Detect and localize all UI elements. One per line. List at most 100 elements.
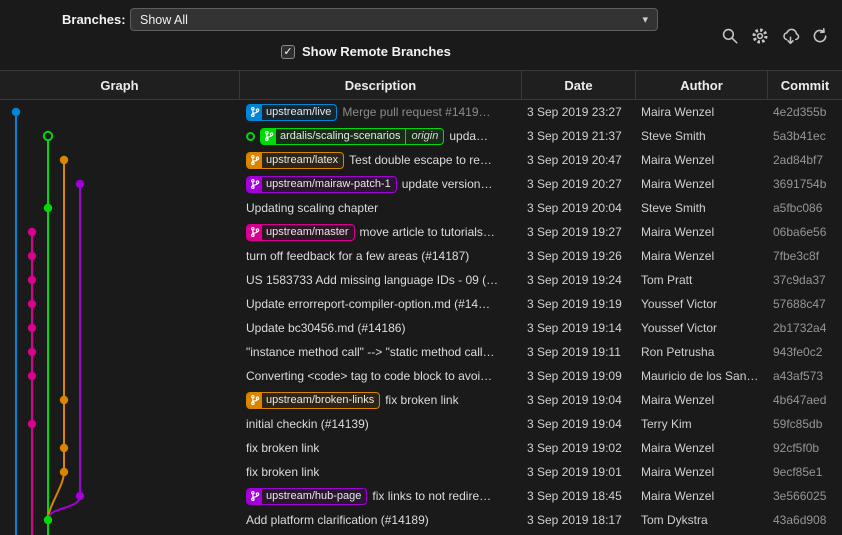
branches-label: Branches: — [62, 12, 126, 27]
description-cell: Add platform clarification (#14189) — [240, 513, 522, 527]
description-cell: upstream/live Merge pull request #1419… — [240, 104, 522, 121]
commit-hash: 2ad84bf7 — [768, 153, 842, 167]
branch-badge[interactable]: upstream/latex — [246, 152, 344, 169]
commit-message: Test double escape to re… — [349, 153, 492, 167]
branch-name: upstream/live — [262, 106, 336, 118]
commit-row[interactable]: upstream/live Merge pull request #1419… 3 … — [0, 100, 842, 124]
fetch-cloud-download-icon[interactable] — [780, 26, 800, 46]
commit-row[interactable]: Converting <code> tag to code block to a… — [0, 364, 842, 388]
commit-author: Maira Wenzel — [636, 177, 768, 191]
settings-gear-icon[interactable] — [750, 26, 770, 46]
commit-author: Maira Wenzel — [636, 249, 768, 263]
commit-hash: 943fe0c2 — [768, 345, 842, 359]
commit-row[interactable]: fix broken link3 Sep 2019 19:01Maira Wen… — [0, 460, 842, 484]
commit-hash: 3e566025 — [768, 489, 842, 503]
commit-row[interactable]: Update bc30456.md (#14186)3 Sep 2019 19:… — [0, 316, 842, 340]
column-header-commit[interactable]: Commit — [768, 71, 842, 99]
refresh-icon[interactable] — [810, 26, 830, 46]
description-cell: ardalis/scaling-scenariosoriginupda… — [240, 128, 522, 145]
description-cell: fix broken link — [240, 441, 522, 455]
column-header-description[interactable]: Description — [240, 71, 522, 99]
description-cell: upstream/broken-linksfix broken link — [240, 392, 522, 409]
show-remote-checkbox[interactable]: ✓ — [281, 45, 295, 59]
commit-date: 3 Sep 2019 19:09 — [522, 369, 636, 383]
commit-message: initial checkin (#14139) — [246, 417, 369, 431]
branch-badge[interactable]: upstream/mairaw-patch-1 — [246, 176, 397, 193]
commit-date: 3 Sep 2019 23:27 — [522, 105, 636, 119]
commit-author: Youssef Victor — [636, 297, 768, 311]
search-icon[interactable] — [720, 26, 740, 46]
commit-author: Ron Petrusha — [636, 345, 768, 359]
commit-hash: 4e2d355b — [768, 105, 842, 119]
description-cell: "instance method call" --> "static metho… — [240, 345, 522, 359]
column-header-graph[interactable]: Graph — [0, 71, 240, 99]
branches-dropdown[interactable]: Show All ▾ — [130, 8, 658, 31]
description-cell: initial checkin (#14139) — [240, 417, 522, 431]
description-cell: US 1583733 Add missing language IDs - 09… — [240, 273, 522, 287]
commit-date: 3 Sep 2019 19:24 — [522, 273, 636, 287]
commit-message: Updating scaling chapter — [246, 201, 378, 215]
show-remote-row: ✓ Show Remote Branches — [281, 44, 451, 59]
git-branch-icon — [247, 176, 262, 193]
commit-author: Maira Wenzel — [636, 153, 768, 167]
commit-author: Steve Smith — [636, 129, 768, 143]
description-cell: Update bc30456.md (#14186) — [240, 321, 522, 335]
commit-row[interactable]: Add platform clarification (#14189)3 Sep… — [0, 508, 842, 532]
commit-message: Merge pull request #1419… — [342, 105, 490, 119]
commit-row[interactable]: Update errorreport-compiler-option.md (#… — [0, 292, 842, 316]
branch-name: upstream/hub-page — [262, 490, 366, 502]
commit-date: 3 Sep 2019 18:17 — [522, 513, 636, 527]
commit-hash: 2b1732a4 — [768, 321, 842, 335]
description-cell: Converting <code> tag to code block to a… — [240, 369, 522, 383]
commit-date: 3 Sep 2019 21:37 — [522, 129, 636, 143]
branch-badge[interactable]: upstream/broken-links — [246, 392, 380, 409]
commit-date: 3 Sep 2019 19:11 — [522, 345, 636, 359]
commit-author: Mauricio de los San… — [636, 369, 768, 383]
description-cell: turn off feedback for a few areas (#1418… — [240, 249, 522, 263]
branch-badge[interactable]: upstream/hub-page — [246, 488, 367, 505]
toolbar-icons — [720, 26, 830, 46]
commit-hash: 5a3b41ec — [768, 129, 842, 143]
branch-badge[interactable]: upstream/live — [246, 104, 337, 121]
branch-badge[interactable]: ardalis/scaling-scenariosorigin — [260, 128, 444, 145]
commit-row[interactable]: "instance method call" --> "static metho… — [0, 340, 842, 364]
commit-table-body: upstream/live Merge pull request #1419… 3 … — [0, 100, 842, 535]
commit-row[interactable]: upstream/broken-linksfix broken link3 Se… — [0, 388, 842, 412]
commit-author: Maira Wenzel — [636, 393, 768, 407]
branch-name: upstream/broken-links — [262, 394, 379, 406]
commit-author: Maira Wenzel — [636, 105, 768, 119]
branch-name: ardalis/scaling-scenarios — [276, 130, 405, 142]
commit-row[interactable]: Updating scaling chapter 3 Sep 2019 20:04… — [0, 196, 842, 220]
commit-hash: 4b647aed — [768, 393, 842, 407]
chevron-down-icon: ▾ — [642, 13, 648, 26]
description-cell: upstream/mairaw-patch-1 update version… — [240, 176, 522, 193]
commit-row[interactable]: upstream/hub-pagefix links to not redire… — [0, 484, 842, 508]
commit-row[interactable]: turn off feedback for a few areas (#1418… — [0, 244, 842, 268]
commit-date: 3 Sep 2019 19:27 — [522, 225, 636, 239]
commit-date: 3 Sep 2019 20:04 — [522, 201, 636, 215]
column-header-author[interactable]: Author — [636, 71, 768, 99]
commit-row[interactable]: initial checkin (#14139) 3 Sep 2019 19:04… — [0, 412, 842, 436]
commit-message: update version… — [402, 177, 493, 191]
commit-message: Update errorreport-compiler-option.md (#… — [246, 297, 490, 311]
column-header-date[interactable]: Date — [522, 71, 636, 99]
commit-row[interactable]: fix broken link3 Sep 2019 19:02Maira Wen… — [0, 436, 842, 460]
git-branch-icon — [247, 224, 262, 241]
commit-hash: 9ecf85e1 — [768, 465, 842, 479]
commit-row[interactable]: ardalis/scaling-scenariosoriginupda…3 Se… — [0, 124, 842, 148]
toolbar: Branches: Show All ▾ ✓ Show Remote Branc… — [0, 0, 842, 70]
branch-name: upstream/master — [262, 226, 354, 238]
commit-row[interactable]: upstream/latexTest double escape to re…3… — [0, 148, 842, 172]
commit-date: 3 Sep 2019 18:45 — [522, 489, 636, 503]
show-remote-label: Show Remote Branches — [302, 44, 451, 59]
commit-row[interactable]: US 1583733 Add missing language IDs - 09… — [0, 268, 842, 292]
commit-row[interactable]: upstream/mastermove article to tutorials… — [0, 220, 842, 244]
commit-row[interactable]: upstream/mairaw-patch-1update version…3 … — [0, 172, 842, 196]
commit-date: 3 Sep 2019 19:04 — [522, 417, 636, 431]
branch-badge[interactable]: upstream/master — [246, 224, 355, 241]
commit-author: Maira Wenzel — [636, 441, 768, 455]
commit-date: 3 Sep 2019 19:02 — [522, 441, 636, 455]
commit-author: Steve Smith — [636, 201, 768, 215]
commit-hash: a43af573 — [768, 369, 842, 383]
commit-date: 3 Sep 2019 19:14 — [522, 321, 636, 335]
